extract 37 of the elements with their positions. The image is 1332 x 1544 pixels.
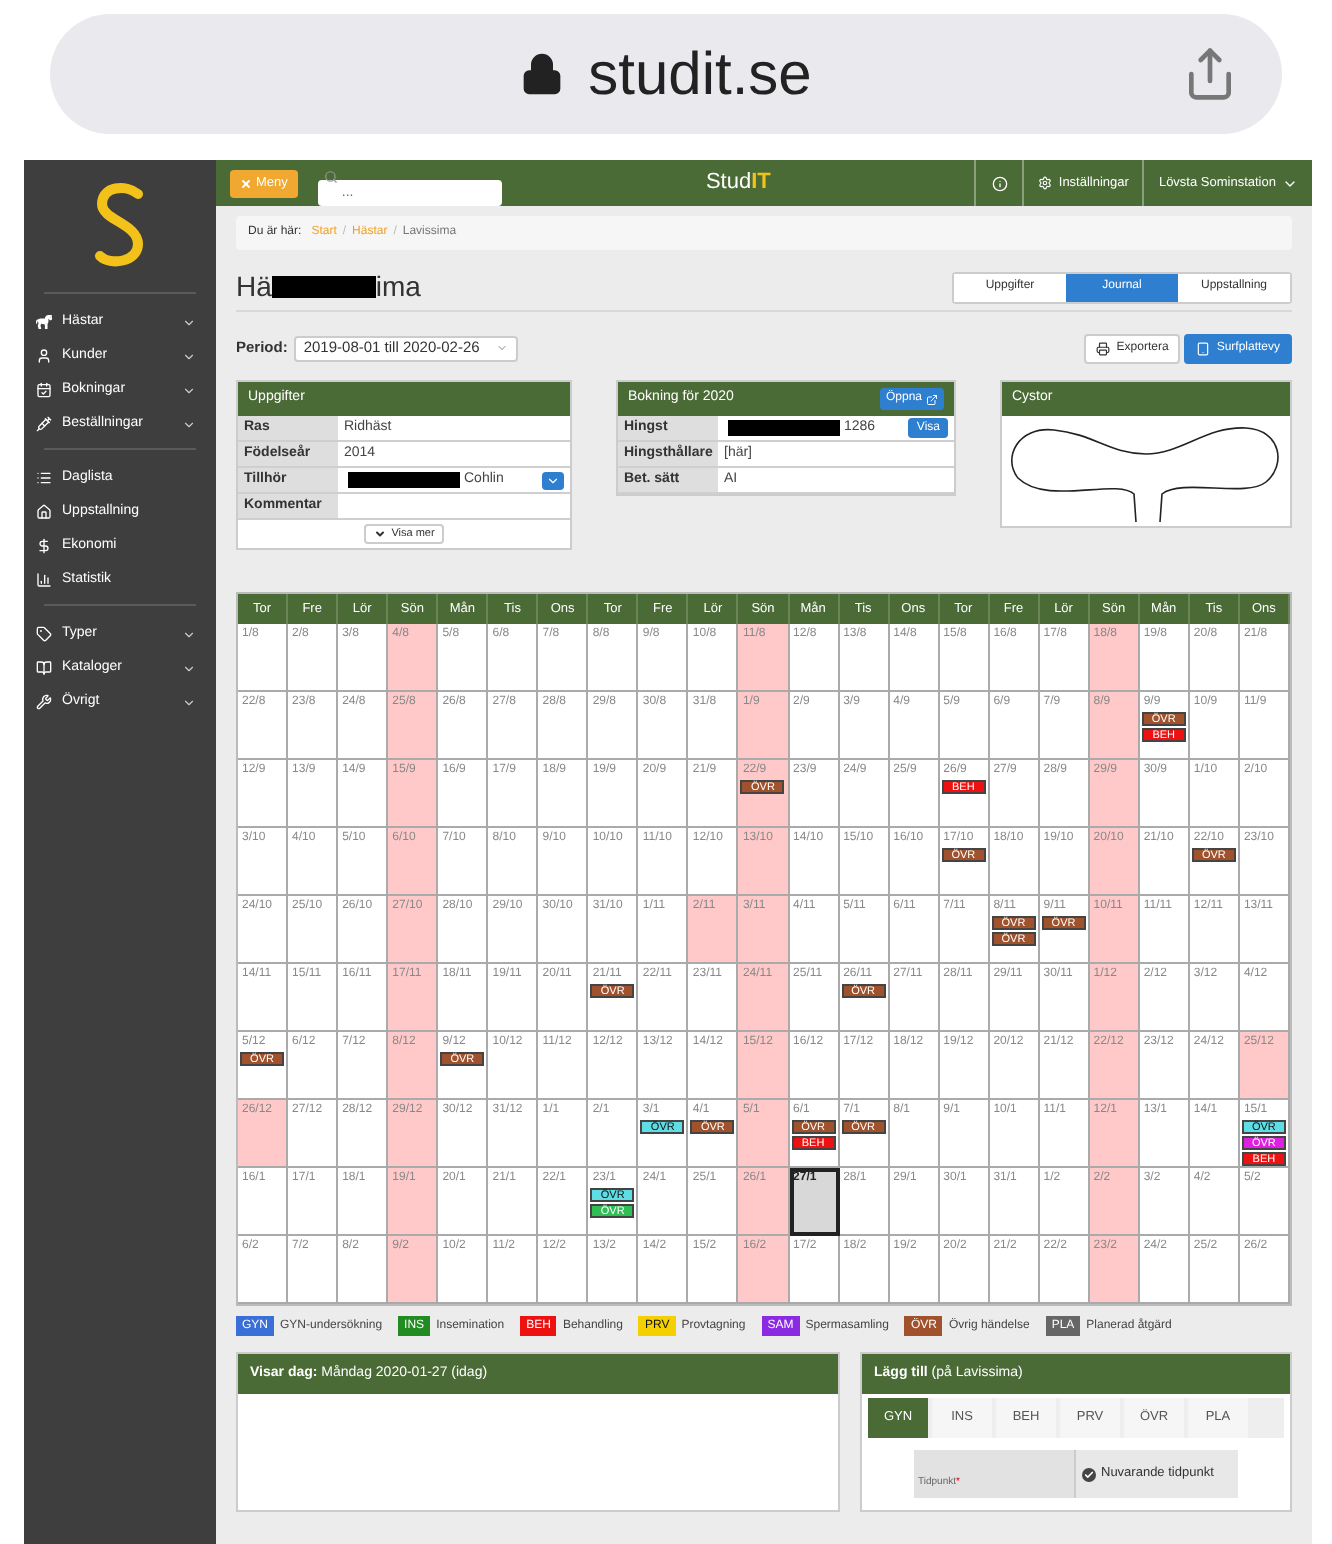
chevron-icon: [182, 627, 196, 641]
book-icon: [36, 660, 52, 676]
syringe-icon: [36, 416, 52, 432]
horse-icon: [36, 314, 52, 330]
tablet-icon: [1196, 341, 1211, 355]
page-title: Hä ima: [236, 268, 421, 306]
help-icon[interactable]: [991, 175, 1008, 191]
caret-icon: [546, 473, 560, 487]
chevron-icon: [182, 383, 196, 397]
tag-icon: [36, 626, 52, 642]
brand-logo: StudIT: [705, 168, 771, 199]
redaction-bar: [728, 420, 840, 436]
chevron-icon: [182, 417, 196, 431]
chevron-icon: [373, 528, 386, 540]
list-icon: [36, 470, 52, 486]
external-link-icon: [926, 393, 938, 405]
calendar-check-icon: [36, 382, 52, 398]
chevron-icon: [182, 315, 196, 329]
wrench-icon: [36, 694, 52, 710]
house-icon: [36, 504, 52, 520]
address-bar[interactable]: studit.se: [50, 14, 1282, 134]
user-icon: [36, 348, 52, 364]
lock-icon: [520, 50, 565, 98]
printer-icon: [1096, 341, 1111, 355]
search-icon: [323, 170, 338, 184]
url-text: studit.se: [588, 39, 812, 111]
close-icon: [240, 177, 252, 189]
chevron-icon: [182, 661, 196, 675]
redaction-bar: [348, 472, 460, 488]
dollar-icon: [36, 538, 52, 554]
dropdown-button[interactable]: [542, 471, 564, 489]
chevron-icon: [182, 349, 196, 363]
caret-icon: [495, 342, 508, 354]
chevron-icon: [182, 695, 196, 709]
bar-chart-icon: [36, 572, 52, 588]
settings-icon: [1038, 176, 1053, 190]
checkbox[interactable]: [1081, 1467, 1095, 1481]
